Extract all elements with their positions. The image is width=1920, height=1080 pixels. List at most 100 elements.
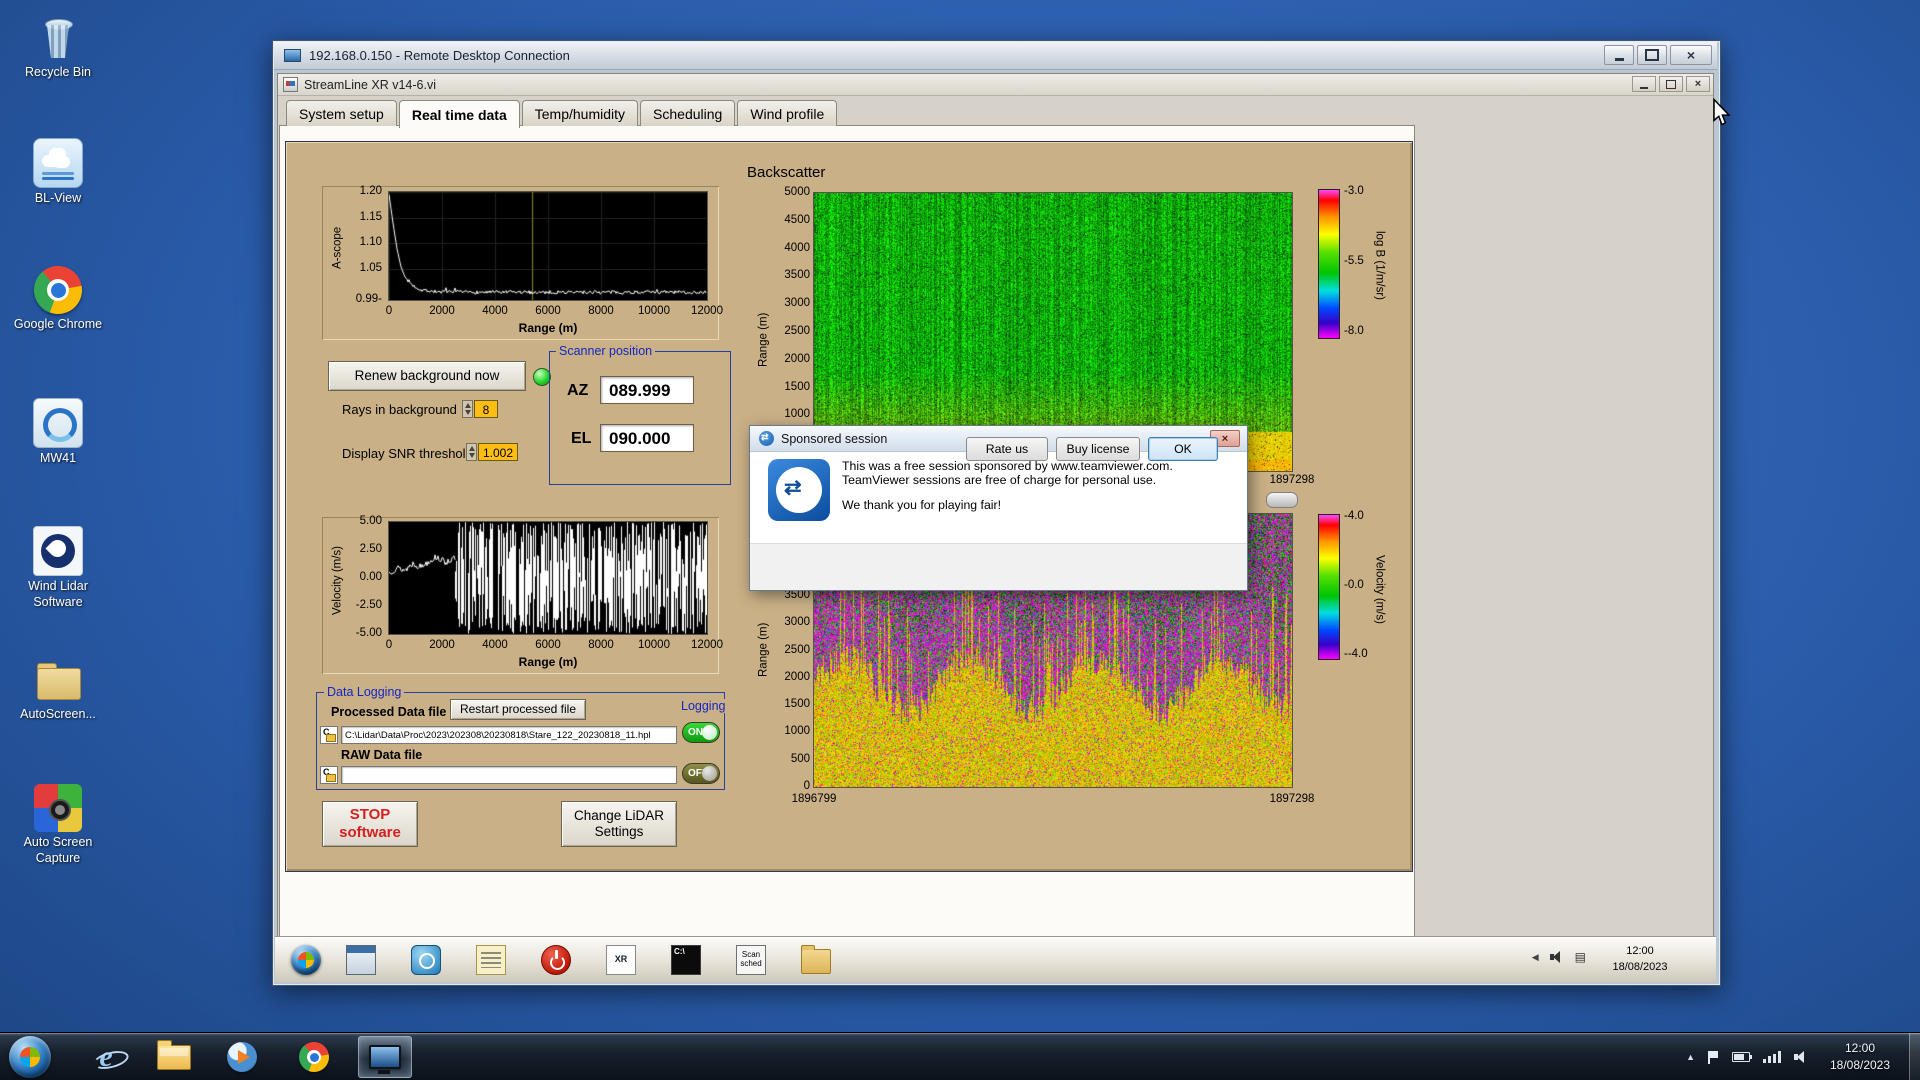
folder-app-icon[interactable] <box>801 945 831 974</box>
axis-tick-label: 0 <box>385 639 393 651</box>
azimuth-display: 089.999 <box>600 376 694 404</box>
colorbar-tick-label: -8.0 <box>1344 325 1364 337</box>
velocity-colorbar <box>1318 514 1340 660</box>
desktop: 192.168.0.150 - Remote Desktop Connectio… <box>0 0 1920 1080</box>
close-icon: × <box>1686 47 1696 63</box>
recycle-bin-icon <box>34 14 82 62</box>
volume-icon[interactable] <box>1549 951 1564 963</box>
rdp-maximize-button[interactable] <box>1637 45 1667 65</box>
desktop-icon-autoscreen-folder[interactable]: AutoScreen... <box>10 656 106 723</box>
power-app-icon[interactable] <box>541 945 571 975</box>
remote-taskbar: XR C:\ Scan sched ◀ ▤ 12:00 18/08/2023 <box>275 937 1716 982</box>
app-minimize-button[interactable] <box>1632 76 1656 92</box>
snr-threshold-label: Display SNR threshold <box>342 446 473 461</box>
network-icon[interactable] <box>1763 1051 1781 1063</box>
start-button[interactable] <box>9 1036 51 1078</box>
taskbar-clock[interactable]: 12:00 18/08/2023 <box>1814 1040 1906 1074</box>
snr-value-field[interactable]: 1.002 <box>478 443 518 461</box>
axis-tick-label: -2.50 <box>355 599 382 611</box>
desktop-icon-bl-view[interactable]: BL-View <box>10 138 106 207</box>
axis-tick-label: 0 <box>803 780 810 792</box>
desktop-icon-auto-screen-capture[interactable]: Auto Screen Capture <box>10 784 106 866</box>
restart-processed-file-button[interactable]: Restart processed file <box>450 699 586 720</box>
tab-temp-humidity[interactable]: Temp/humidity <box>521 100 639 126</box>
renew-background-button[interactable]: Renew background now <box>328 361 526 391</box>
remote-taskbar-icons: XR C:\ Scan sched <box>346 945 831 975</box>
app-titlebar[interactable]: StreamLine XR v14-6.vi <box>278 74 1713 96</box>
app-restore-button[interactable] <box>1659 76 1683 92</box>
auto-screen-capture-icon <box>34 784 82 832</box>
stop-software-button[interactable]: STOP software <box>322 801 418 847</box>
console-app-icon[interactable]: C:\ <box>671 945 701 975</box>
axis-tick-label: 2.50 <box>359 543 382 555</box>
buy-license-button[interactable]: Buy license <box>1056 437 1140 461</box>
xr-app-icon[interactable]: XR <box>606 945 636 975</box>
bl-view-icon <box>33 138 83 188</box>
time-axis-end-label: 1897298 <box>1269 474 1315 486</box>
network-app-icon[interactable] <box>411 945 441 975</box>
velocity-y-axis-label: Velocity (m/s) <box>331 546 344 616</box>
tab-scheduling[interactable]: Scheduling <box>640 100 736 126</box>
rays-value-field[interactable]: 8 <box>474 400 498 418</box>
input-indicator-icon[interactable]: ▤ <box>1575 951 1586 963</box>
processed-logging-toggle[interactable]: ON <box>682 722 720 743</box>
change-lidar-settings-button[interactable]: Change LiDAR Settings <box>561 801 677 847</box>
file-explorer-icon <box>157 1039 191 1070</box>
axis-tick-label: 0.99- <box>355 293 382 305</box>
raw-path-field[interactable] <box>341 766 677 784</box>
remote-desktop-icon <box>369 1045 401 1074</box>
system-tray: ▲ <box>1686 1033 1808 1080</box>
rdp-minimize-button[interactable] <box>1604 45 1634 65</box>
remote-start-button[interactable] <box>291 945 321 975</box>
processed-path-field[interactable]: C:\Lidar\Data\Proc\2023\202308\20230818\… <box>341 726 677 744</box>
dialog-text-line2: TeamViewer sessions are free of charge f… <box>842 473 1157 487</box>
taskbar-media-player-button[interactable] <box>218 1036 266 1078</box>
axis-tick-label: 8000 <box>588 305 614 317</box>
rays-spinner[interactable] <box>462 400 473 418</box>
desktop-icon-mw41[interactable]: MW41 <box>10 398 106 467</box>
minimize-icon <box>1614 58 1624 61</box>
taskbar-internet-explorer-button[interactable]: e <box>82 1036 130 1078</box>
action-center-flag-icon[interactable] <box>1708 1050 1719 1064</box>
taskbar-remote-desktop-button[interactable] <box>358 1036 412 1078</box>
desktop-icon-google-chrome[interactable]: Google Chrome <box>10 266 106 333</box>
ok-button[interactable]: OK <box>1148 437 1218 461</box>
desktop-icon-label: Google Chrome <box>13 317 103 331</box>
document-app-icon[interactable] <box>476 945 506 975</box>
remote-system-tray: ◀ ▤ <box>1532 951 1586 963</box>
dialog-text-line3: We thank you for playing fair! <box>842 498 1002 512</box>
elevation-label: EL <box>571 430 592 447</box>
tab-wind-profile[interactable]: Wind profile <box>737 100 838 126</box>
tab-system-setup[interactable]: System setup <box>286 100 397 126</box>
xr-app-icon-text: XR <box>614 954 628 965</box>
axis-tick-label: 12000 <box>691 639 723 651</box>
scan-sched-icon[interactable]: Scan sched <box>736 945 766 975</box>
desktop-icon-wind-lidar[interactable]: Wind Lidar Software <box>10 526 106 610</box>
window-app-icon[interactable] <box>346 945 376 975</box>
snr-spinner[interactable] <box>466 443 477 461</box>
rdp-close-button[interactable]: × <box>1670 45 1712 65</box>
raw-path-browse-icon[interactable] <box>320 766 338 784</box>
autoscreen-folder-icon <box>34 656 82 704</box>
tab-real-time-data[interactable]: Real time data <box>398 100 520 128</box>
graph-scroll-thumb[interactable] <box>1266 492 1298 508</box>
processed-path-browse-icon[interactable] <box>320 726 338 744</box>
taskbar-file-explorer-button[interactable] <box>150 1036 198 1078</box>
rate-us-button[interactable]: Rate us <box>966 437 1048 461</box>
battery-icon[interactable] <box>1732 1052 1752 1062</box>
hidden-icons-chevron[interactable]: ◀ <box>1532 952 1539 963</box>
dialog-text-line1: This was a free session sponsored by www… <box>842 459 1173 473</box>
remote-clock[interactable]: 12:00 18/08/2023 <box>1598 944 1682 976</box>
desktop-icon-label: Recycle Bin <box>25 65 91 79</box>
taskbar-chrome-button[interactable] <box>290 1036 338 1078</box>
internet-explorer-icon: e <box>99 1040 113 1073</box>
colorbar-tick-label: --4.0 <box>1344 648 1368 660</box>
rdp-titlebar[interactable]: 192.168.0.150 - Remote Desktop Connectio… <box>274 42 1717 70</box>
hidden-icons-chevron[interactable]: ▲ <box>1686 1052 1695 1062</box>
show-desktop-button[interactable] <box>1909 1033 1920 1080</box>
desktop-icon-recycle-bin[interactable]: Recycle Bin <box>10 14 106 81</box>
raw-logging-toggle[interactable]: OFF <box>682 763 720 784</box>
app-close-button[interactable]: × <box>1686 76 1710 92</box>
rays-in-background-label: Rays in background <box>342 402 457 417</box>
volume-icon[interactable] <box>1794 1051 1808 1063</box>
